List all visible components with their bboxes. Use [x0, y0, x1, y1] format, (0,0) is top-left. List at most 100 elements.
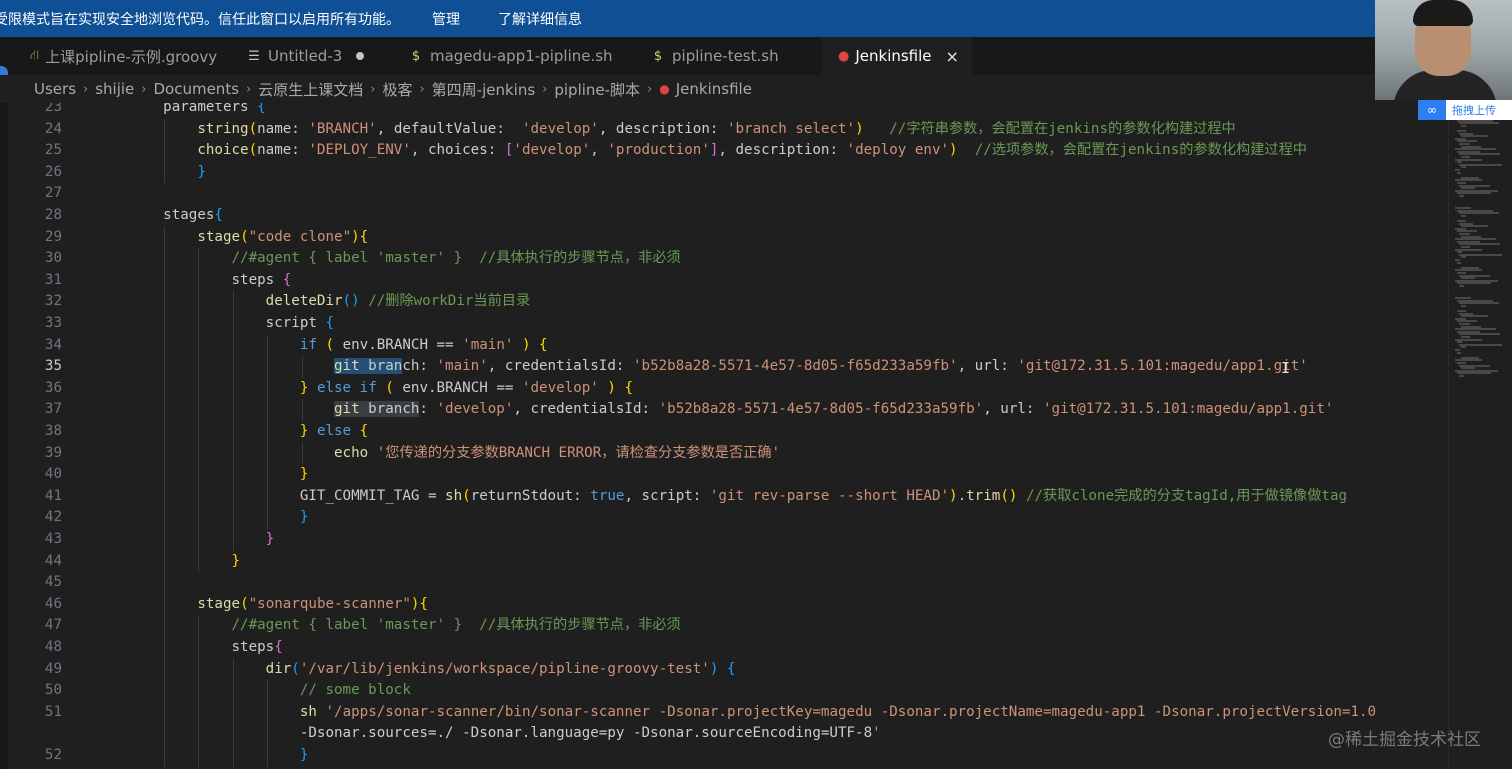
line-number: 47	[44, 617, 62, 634]
indent-guide	[163, 291, 165, 313]
code-line: 46 stage("sonarqube-scanner"){	[8, 593, 1448, 616]
breadcrumb-item[interactable]: shijie	[95, 80, 134, 98]
code-text: -Dsonar.sources=./ -Dsonar.language=py -…	[129, 725, 881, 742]
breadcrumb-item[interactable]: 极客	[382, 79, 412, 100]
tab-5[interactable]: ● Jenkinsfile ×	[822, 37, 972, 75]
chevron-right-icon: ›	[647, 81, 653, 97]
breadcrumb-item[interactable]: 第四周-jenkins	[432, 79, 536, 100]
minimap-line	[1461, 124, 1467, 127]
minimap[interactable]	[1448, 103, 1512, 769]
line-number: 42	[44, 509, 62, 526]
indent-guide	[232, 442, 234, 465]
manage-link[interactable]: 管理	[432, 9, 460, 29]
indent-guide	[198, 507, 199, 529]
indent-guide	[163, 572, 165, 594]
code-line: 33 script {	[8, 313, 1448, 335]
chevron-right-icon: ›	[246, 81, 252, 97]
text-file-icon: ☰	[248, 48, 260, 64]
code-text: //#agent { label 'master' } //具体执行的步骤节点，…	[231, 250, 681, 267]
indent-guide	[163, 377, 165, 400]
indent-guide	[198, 464, 199, 486]
indent-guide	[267, 701, 268, 724]
indent-guide	[232, 529, 234, 551]
breadcrumb-item[interactable]: Jenkinsfile	[676, 80, 752, 98]
indent-guide	[232, 421, 234, 443]
code-text: } else if ( env.BRANCH == 'develop' ) {	[299, 379, 634, 396]
indent-guide	[198, 334, 199, 357]
code-text: // some block	[299, 682, 411, 699]
minimap-line	[1457, 261, 1461, 264]
upload-badge[interactable]: ∞ 拖拽上传	[1418, 100, 1512, 120]
breadcrumb-item[interactable]: 云原生上课文档	[258, 79, 363, 100]
indent-guide	[163, 140, 165, 162]
code-text: echo '您传递的分支参数BRANCH ERROR，请检查分支参数是否正确'	[334, 444, 781, 461]
line-number: 26	[44, 163, 62, 180]
indent-guide	[198, 745, 199, 767]
tab-label: Jenkinsfile	[855, 47, 932, 65]
indent-guide	[267, 421, 268, 443]
line-number: 45	[44, 574, 62, 591]
line-number: 41	[44, 487, 62, 504]
minimap-line	[1461, 256, 1467, 259]
minimap-line	[1459, 285, 1465, 287]
code-line: 26 }	[8, 161, 1448, 184]
shell-file-icon: $	[653, 48, 663, 64]
line-number: 39	[44, 444, 62, 461]
indent-guide	[163, 507, 165, 529]
code-editor[interactable]: 23 parameters {24 string(name: 'BRANCH',…	[8, 103, 1448, 769]
indent-guide	[267, 377, 268, 400]
tab-3[interactable]: $ magedu-app1-pipline.sh	[392, 37, 634, 75]
line-number: 29	[44, 228, 62, 245]
code-text: choice(name: 'DEPLOY_ENV', choices: ['de…	[197, 142, 1307, 159]
tab-4[interactable]: $ pipline-test.sh	[634, 37, 822, 75]
code-text: git branch: 'develop', credentialsId: 'b…	[334, 401, 1334, 418]
code-text: }	[299, 747, 309, 763]
line-number: 37	[44, 401, 62, 418]
line-number: 34	[44, 336, 62, 353]
code-text: steps{	[129, 639, 283, 655]
indent-guide	[163, 248, 165, 270]
indent-guide	[163, 745, 165, 767]
indent-guide	[163, 485, 165, 508]
indent-guide	[232, 680, 234, 702]
code-line: 32 deleteDir() //删除workDir当前目录	[8, 291, 1448, 313]
code-text: }	[231, 552, 241, 569]
code-text: }	[197, 163, 206, 180]
code-line: 45	[8, 572, 1448, 594]
indent-guide	[163, 593, 165, 616]
close-icon[interactable]: ×	[946, 47, 959, 66]
breadcrumb-item[interactable]: pipline-脚本	[554, 79, 640, 100]
indent-guide	[301, 442, 303, 465]
breadcrumb-item[interactable]: Users	[34, 80, 76, 98]
line-number: 24	[44, 120, 62, 137]
code-text: } else {	[299, 423, 369, 439]
line-number: 32	[44, 293, 62, 310]
indent-guide	[198, 421, 199, 443]
minimap-line	[1457, 171, 1461, 174]
indent-guide	[163, 529, 165, 551]
indent-guide	[163, 680, 165, 702]
indent-guide	[198, 377, 199, 400]
indent-guide	[163, 399, 165, 421]
line-number: 28	[44, 207, 62, 223]
text-cursor-icon: I	[1281, 359, 1291, 377]
code-line: -Dsonar.sources=./ -Dsonar.language=py -…	[8, 723, 1448, 745]
restricted-mode-message: 受限模式旨在实现安全地浏览代码。信任此窗口以启用所有功能。	[0, 11, 400, 28]
indent-guide	[198, 313, 199, 335]
indent-guide	[267, 680, 268, 702]
tab-1[interactable]: ⛙ 上课pipline-示例.groovy	[0, 37, 230, 75]
line-number: 44	[44, 552, 62, 569]
code-line: 44 }	[8, 550, 1448, 573]
webcam-person-hair	[1413, 0, 1473, 26]
line-number: 33	[44, 315, 62, 331]
indent-guide	[267, 356, 268, 378]
breadcrumb-item[interactable]: Documents	[153, 80, 239, 98]
line-number: 46	[44, 595, 62, 612]
learn-more-link[interactable]: 了解详细信息	[498, 9, 582, 29]
line-number: 35	[44, 358, 62, 375]
line-number: 25	[44, 142, 62, 159]
indent-guide	[267, 442, 268, 465]
minimap-line	[1459, 375, 1465, 377]
tab-2[interactable]: ☰ Untitled-3	[230, 37, 392, 75]
indent-guide	[163, 723, 165, 745]
